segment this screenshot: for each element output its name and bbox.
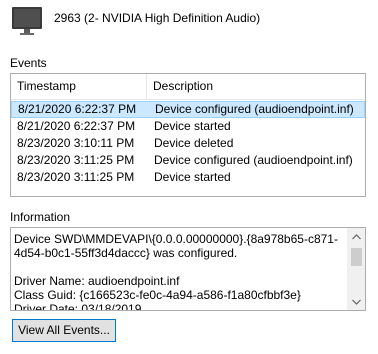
event-timestamp: 8/23/2020 3:10:11 PM (17, 136, 135, 150)
event-timestamp: 8/21/2020 6:22:37 PM (18, 102, 137, 116)
information-label: Information (10, 210, 71, 224)
event-description: Device configured (audioendpoint.inf) (155, 102, 354, 116)
column-header-description[interactable]: Description (147, 74, 365, 99)
device-name: 2963 (2- NVIDIA High Definition Audio) (54, 11, 261, 25)
information-textbox[interactable]: Device SWD\MMDEVAPI\{0.0.0.00000000}.{8a… (10, 227, 366, 311)
events-table-header: Timestamp Description (11, 74, 365, 100)
event-timestamp: 8/23/2020 3:11:25 PM (17, 153, 135, 167)
view-all-events-button[interactable]: View All Events... (12, 319, 116, 342)
monitor-icon (10, 6, 46, 38)
information-text: Device SWD\MMDEVAPI\{0.0.0.00000000}.{8a… (14, 232, 338, 311)
event-timestamp: 8/23/2020 3:11:25 PM (17, 170, 135, 184)
event-timestamp: 8/21/2020 6:22:37 PM (17, 119, 136, 133)
scroll-thumb[interactable] (351, 248, 362, 266)
column-header-timestamp[interactable]: Timestamp (11, 74, 147, 99)
events-table[interactable]: Timestamp Description 8/21/2020 6:22:37 … (10, 73, 366, 197)
event-row[interactable]: 8/23/2020 3:11:25 PM Device started (11, 169, 365, 186)
event-row[interactable]: 8/21/2020 6:22:37 PM Device started (11, 118, 365, 135)
event-description: Device deleted (154, 136, 234, 150)
scroll-down-arrow-icon[interactable] (348, 293, 365, 310)
event-description: Device started (154, 170, 231, 184)
events-table-body: 8/21/2020 6:22:37 PM Device configured (a… (11, 100, 365, 186)
event-row[interactable]: 8/23/2020 3:10:11 PM Device deleted (11, 135, 365, 152)
scroll-up-arrow-icon[interactable] (348, 228, 365, 245)
event-row[interactable]: 8/23/2020 3:11:25 PM Device configured (a… (11, 152, 365, 169)
event-description: Device configured (audioendpoint.inf) (154, 153, 353, 167)
information-scrollbar[interactable] (347, 228, 365, 310)
events-label: Events (10, 56, 47, 70)
device-header: 2963 (2- NVIDIA High Definition Audio) (10, 6, 260, 38)
event-description: Device started (154, 119, 231, 133)
event-row[interactable]: 8/21/2020 6:22:37 PM Device configured (a… (11, 101, 365, 118)
